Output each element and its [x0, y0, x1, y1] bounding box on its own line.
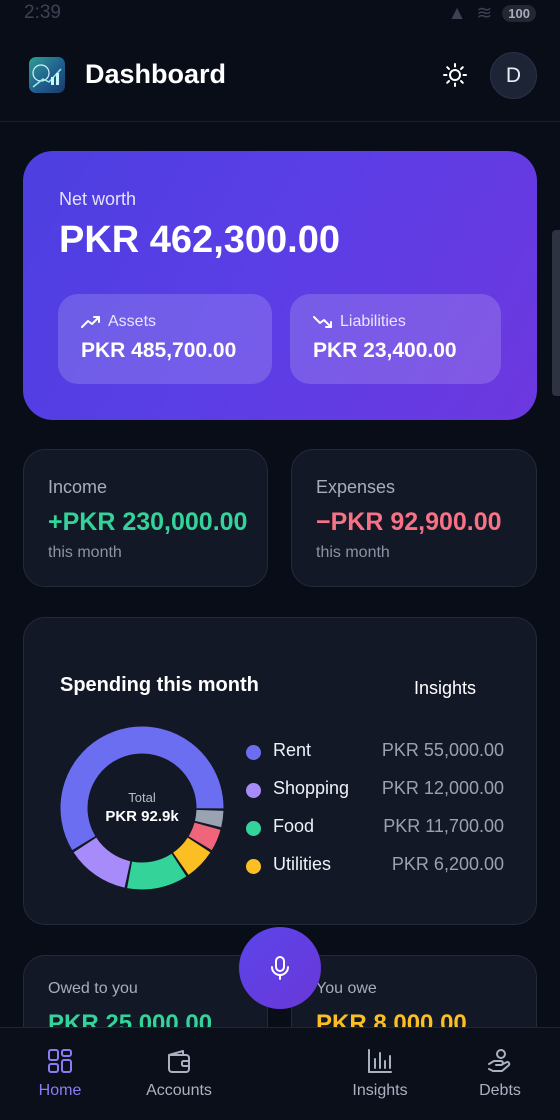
- legend-item-rent: Rent PKR 55,000.00: [246, 738, 504, 776]
- legend-amount: PKR 12,000.00: [381, 778, 504, 798]
- nav-accounts[interactable]: Accounts: [134, 1028, 224, 1120]
- legend-name: Rent: [273, 740, 312, 760]
- status-bar: 2:39 ▲ ≋ 100: [0, 0, 560, 28]
- signal-icon: ▲: [447, 2, 467, 24]
- wifi-icon: ≋: [476, 3, 493, 24]
- bottom-navigation: Home Accounts Insights Debts: [0, 1027, 560, 1120]
- grid-icon: [48, 1049, 72, 1073]
- spending-title: Spending this month: [60, 674, 259, 696]
- income-label: Income: [48, 477, 108, 497]
- legend-amount: PKR 11,700.00: [383, 816, 504, 836]
- status-time: 2:39: [24, 2, 61, 23]
- trending-up-icon: [81, 316, 100, 328]
- spending-card: Spending this month Insights Total PKR 9…: [23, 617, 537, 925]
- liabilities-value: PKR 23,400.00: [313, 339, 457, 362]
- net-worth-card[interactable]: Net worth PKR 462,300.00 Assets PKR 485,…: [23, 151, 537, 420]
- spending-legend: Rent PKR 55,000.00 Shopping PKR 12,000.0…: [246, 738, 504, 890]
- page-title: Dashboard: [85, 59, 227, 89]
- wallet-icon: [168, 1050, 190, 1073]
- microphone-icon: [271, 956, 289, 980]
- legend-name: Food: [273, 816, 315, 836]
- legend-name: Utilities: [273, 854, 332, 874]
- legend-dot: [246, 783, 261, 798]
- nav-insights-label: Insights: [352, 1082, 408, 1099]
- expenses-period: this month: [316, 544, 390, 561]
- legend-name: Shopping: [273, 778, 350, 798]
- nav-debts[interactable]: Debts: [460, 1028, 540, 1120]
- legend-amount: PKR 6,200.00: [391, 854, 504, 874]
- owed-to-you-label: Owed to you: [48, 980, 138, 997]
- expenses-label: Expenses: [316, 477, 396, 497]
- status-icons: ▲ ≋ 100: [448, 2, 536, 25]
- theme-toggle-button[interactable]: [438, 58, 472, 92]
- liabilities-tile[interactable]: Liabilities PKR 23,400.00: [290, 294, 501, 384]
- income-period: this month: [48, 544, 122, 561]
- trending-down-icon: [313, 316, 332, 328]
- assets-value: PKR 485,700.00: [81, 339, 237, 362]
- nav-accounts-label: Accounts: [146, 1082, 212, 1099]
- legend-item-food: Food PKR 11,700.00: [246, 814, 504, 852]
- legend-amount: PKR 55,000.00: [381, 740, 504, 760]
- legend-item-utilities: Utilities PKR 6,200.00: [246, 852, 504, 890]
- income-value: +PKR 230,000.00: [48, 508, 248, 536]
- handshake-icon: [488, 1049, 511, 1072]
- assets-label: Assets: [108, 313, 157, 330]
- income-card[interactable]: Income +PKR 230,000.00 this month: [23, 449, 268, 587]
- nav-debts-label: Debts: [479, 1082, 521, 1099]
- net-worth-label: Net worth: [59, 189, 137, 209]
- liabilities-label: Liabilities: [340, 313, 406, 330]
- user-avatar-button[interactable]: D: [490, 52, 537, 99]
- legend-item-shopping: Shopping PKR 12,000.00: [246, 776, 504, 814]
- battery-icon: 100: [502, 5, 536, 22]
- legend-dot: [246, 859, 261, 874]
- net-worth-value: PKR 462,300.00: [59, 219, 340, 261]
- nav-insights[interactable]: Insights: [340, 1028, 420, 1120]
- expenses-value: −PKR 92,900.00: [316, 508, 502, 536]
- voice-input-button[interactable]: [239, 927, 321, 1009]
- nav-home-label: Home: [38, 1082, 82, 1099]
- app-logo-icon: [29, 57, 65, 93]
- app-header: Dashboard D: [0, 40, 560, 122]
- legend-dot: [246, 821, 261, 836]
- sun-icon: [443, 63, 467, 87]
- assets-tile[interactable]: Assets PKR 485,700.00: [58, 294, 272, 384]
- nav-home[interactable]: Home: [20, 1028, 100, 1120]
- you-owe-label: You owe: [316, 980, 377, 997]
- bar-chart-icon: [368, 1049, 392, 1073]
- donut-total-value: PKR 92.9k: [105, 808, 179, 825]
- donut-total-label: Total: [128, 790, 156, 805]
- expenses-card[interactable]: Expenses −PKR 92,900.00 this month: [291, 449, 537, 587]
- insights-link[interactable]: Insights: [414, 678, 476, 699]
- legend-dot: [246, 745, 261, 760]
- scrollbar-handle[interactable]: [552, 230, 560, 396]
